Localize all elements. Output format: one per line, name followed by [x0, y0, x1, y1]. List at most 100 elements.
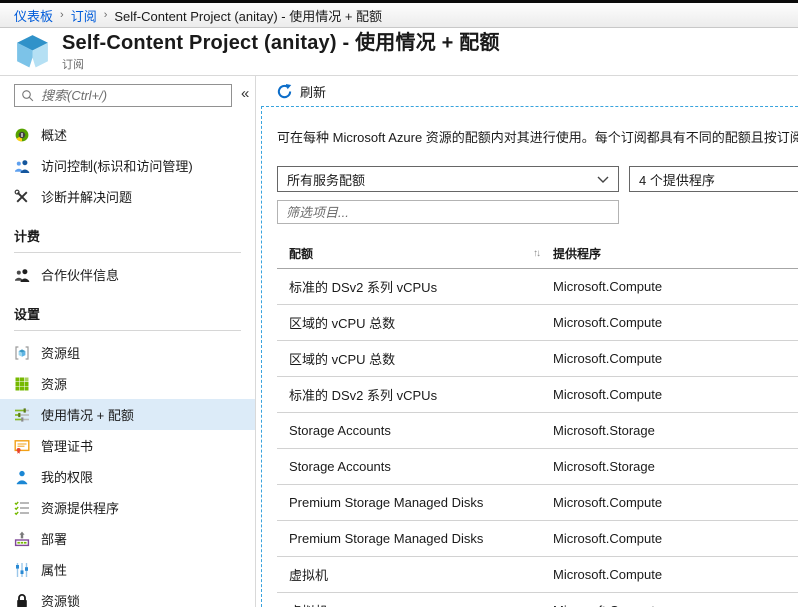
sidebar-item-label: 访问控制(标识和访问管理) [41, 156, 193, 175]
quota-cell: 虚拟机 [277, 565, 553, 584]
sidebar-item-label: 资源组 [41, 343, 80, 362]
table-row[interactable]: 虚拟机Microsoft.Compute [277, 593, 798, 607]
locks-icon [14, 593, 30, 608]
table-row[interactable]: 虚拟机Microsoft.Compute [277, 557, 798, 593]
provider-cell: Microsoft.Compute [553, 315, 662, 330]
sidebar: « 概述访问控制(标识和访问管理)诊断并解决问题计费合作伙伴信息设置资源组资源使… [0, 76, 256, 607]
certificates-icon [14, 438, 30, 454]
sidebar-item-label: 资源提供程序 [41, 498, 119, 517]
provider-cell: Microsoft.Compute [553, 351, 662, 366]
quota-cell: 区域的 vCPU 总数 [277, 313, 553, 332]
chevron-down-icon [597, 176, 609, 183]
quota-cell: 区域的 vCPU 总数 [277, 349, 553, 368]
table-header: 配额 ↑↓ 提供程序 [277, 238, 798, 269]
provider-cell: Microsoft.Compute [553, 567, 662, 582]
sidebar-item-label: 部署 [41, 529, 67, 548]
quota-cell: Storage Accounts [277, 423, 553, 438]
properties-icon [14, 562, 30, 578]
breadcrumb: 仪表板 › 订阅 › Self-Content Project (anitay)… [0, 3, 798, 28]
service-quota-dropdown[interactable]: 所有服务配额 [277, 166, 619, 192]
sidebar-item-label: 我的权限 [41, 467, 93, 486]
sidebar-section-billing: 计费 [14, 226, 241, 253]
sidebar-item-properties[interactable]: 属性 [0, 554, 255, 585]
sort-icon: ↑↓ [533, 248, 539, 259]
resource-groups-icon [14, 345, 30, 361]
diagnose-icon [14, 189, 30, 205]
overview-icon [14, 127, 30, 143]
table-row[interactable]: 标准的 DSv2 系列 vCPUsMicrosoft.Compute [277, 269, 798, 305]
partner-info-icon [14, 267, 30, 283]
column-header-quota[interactable]: 配额 ↑↓ [277, 245, 553, 262]
page-title: Self-Content Project (anitay) - 使用情况 + 配… [62, 32, 500, 55]
sidebar-item-label: 合作伙伴信息 [41, 265, 119, 284]
provider-cell: Microsoft.Storage [553, 459, 655, 474]
sidebar-item-usage-quotas[interactable]: 使用情况 + 配额 [0, 399, 255, 430]
filter-row: 所有服务配额 4 个提供程序 [277, 166, 798, 192]
sidebar-item-partner-info[interactable]: 合作伙伴信息 [0, 259, 255, 290]
quota-description-text: 可在每种 Microsoft Azure 资源的配额内对其进行使用。每个订阅都具… [277, 127, 798, 146]
sidebar-nav: 概述访问控制(标识和访问管理)诊断并解决问题计费合作伙伴信息设置资源组资源使用情… [0, 119, 255, 607]
sidebar-item-locks[interactable]: 资源锁 [0, 585, 255, 607]
provider-cell: Microsoft.Compute [553, 603, 662, 607]
table-row[interactable]: Premium Storage Managed DisksMicrosoft.C… [277, 485, 798, 521]
quota-table: 配额 ↑↓ 提供程序 标准的 DSv2 系列 vCPUsMicrosoft.Co… [277, 238, 798, 607]
sidebar-item-my-permissions[interactable]: 我的权限 [0, 461, 255, 492]
breadcrumb-link-dashboard[interactable]: 仪表板 [14, 6, 53, 25]
sidebar-item-resources[interactable]: 资源 [0, 368, 255, 399]
filter-items-input[interactable] [277, 200, 619, 224]
quota-cell: Storage Accounts [277, 459, 553, 474]
table-row[interactable]: Premium Storage Managed DisksMicrosoft.C… [277, 521, 798, 557]
column-header-provider[interactable]: 提供程序 [553, 245, 601, 262]
provider-cell: Microsoft.Compute [553, 387, 662, 402]
service-quota-dropdown-value: 所有服务配额 [287, 170, 365, 189]
table-row[interactable]: Storage AccountsMicrosoft.Storage [277, 449, 798, 485]
search-input[interactable] [41, 88, 225, 103]
sidebar-item-resource-providers[interactable]: 资源提供程序 [0, 492, 255, 523]
table-row[interactable]: Storage AccountsMicrosoft.Storage [277, 413, 798, 449]
sidebar-item-label: 使用情况 + 配额 [41, 405, 134, 424]
resources-icon [14, 376, 30, 392]
toolbar: 刷新 [256, 76, 798, 106]
sidebar-item-certificates[interactable]: 管理证书 [0, 430, 255, 461]
sidebar-item-label: 概述 [41, 125, 67, 144]
provider-cell: Microsoft.Compute [553, 531, 662, 546]
table-row[interactable]: 区域的 vCPU 总数Microsoft.Compute [277, 305, 798, 341]
refresh-label: 刷新 [300, 82, 326, 101]
sidebar-item-label: 属性 [41, 560, 67, 579]
breadcrumb-separator: › [104, 9, 108, 21]
sidebar-item-diagnose[interactable]: 诊断并解决问题 [0, 181, 255, 212]
breadcrumb-separator: › [60, 9, 64, 21]
sidebar-item-resource-groups[interactable]: 资源组 [0, 337, 255, 368]
content-focus-area: 可在每种 Microsoft Azure 资源的配额内对其进行使用。每个订阅都具… [261, 106, 798, 607]
collapse-sidebar-icon[interactable]: « [241, 86, 249, 101]
sidebar-item-label: 资源锁 [41, 591, 80, 607]
providers-dropdown-value: 4 个提供程序 [639, 170, 715, 189]
sidebar-item-access-control[interactable]: 访问控制(标识和访问管理) [0, 150, 255, 181]
usage-quotas-icon [14, 407, 30, 423]
table-row[interactable]: 标准的 DSv2 系列 vCPUsMicrosoft.Compute [277, 377, 798, 413]
quota-cell: 标准的 DSv2 系列 vCPUs [277, 385, 553, 404]
table-body: 标准的 DSv2 系列 vCPUsMicrosoft.Compute区域的 vC… [277, 269, 798, 607]
refresh-icon [277, 84, 292, 99]
quota-column-label: 配额 [289, 245, 313, 262]
page-subtitle: 订阅 [62, 56, 500, 72]
table-row[interactable]: 区域的 vCPU 总数Microsoft.Compute [277, 341, 798, 377]
providers-dropdown[interactable]: 4 个提供程序 [629, 166, 798, 192]
access-control-icon [14, 158, 30, 174]
search-box[interactable] [14, 84, 232, 107]
provider-cell: Microsoft.Compute [553, 279, 662, 294]
quota-cell: Premium Storage Managed Disks [277, 495, 553, 510]
sidebar-item-label: 资源 [41, 374, 67, 393]
page-header: Self-Content Project (anitay) - 使用情况 + 配… [0, 28, 798, 76]
sidebar-item-label: 诊断并解决问题 [41, 187, 132, 206]
azure-portal-blade: 仪表板 › 订阅 › Self-Content Project (anitay)… [0, 0, 798, 608]
refresh-button[interactable]: 刷新 [277, 82, 326, 101]
provider-cell: Microsoft.Compute [553, 495, 662, 510]
breadcrumb-current-page: Self-Content Project (anitay) - 使用情况 + 配… [114, 6, 382, 25]
my-permissions-icon [14, 469, 30, 485]
search-icon [21, 89, 35, 103]
sidebar-item-label: 管理证书 [41, 436, 93, 455]
sidebar-item-overview[interactable]: 概述 [0, 119, 255, 150]
breadcrumb-link-subscriptions[interactable]: 订阅 [71, 6, 97, 25]
sidebar-item-deployments[interactable]: 部署 [0, 523, 255, 554]
